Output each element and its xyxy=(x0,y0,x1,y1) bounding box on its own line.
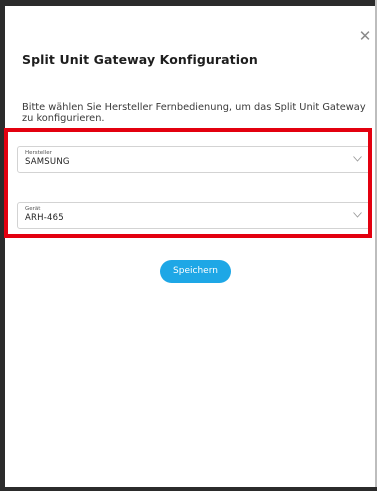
save-button[interactable]: Speichern xyxy=(160,260,231,283)
screen: ✕ Split Unit Gateway Konfiguration Bitte… xyxy=(0,0,377,491)
config-dialog: ✕ Split Unit Gateway Konfiguration Bitte… xyxy=(5,6,375,487)
highlight-box xyxy=(4,128,372,238)
dialog-title: Split Unit Gateway Konfiguration xyxy=(22,52,258,67)
device-bezel-bottom xyxy=(0,487,377,491)
close-icon[interactable]: ✕ xyxy=(358,29,372,44)
dialog-description: Bitte wählen Sie Hersteller Fernbedienun… xyxy=(22,102,366,124)
